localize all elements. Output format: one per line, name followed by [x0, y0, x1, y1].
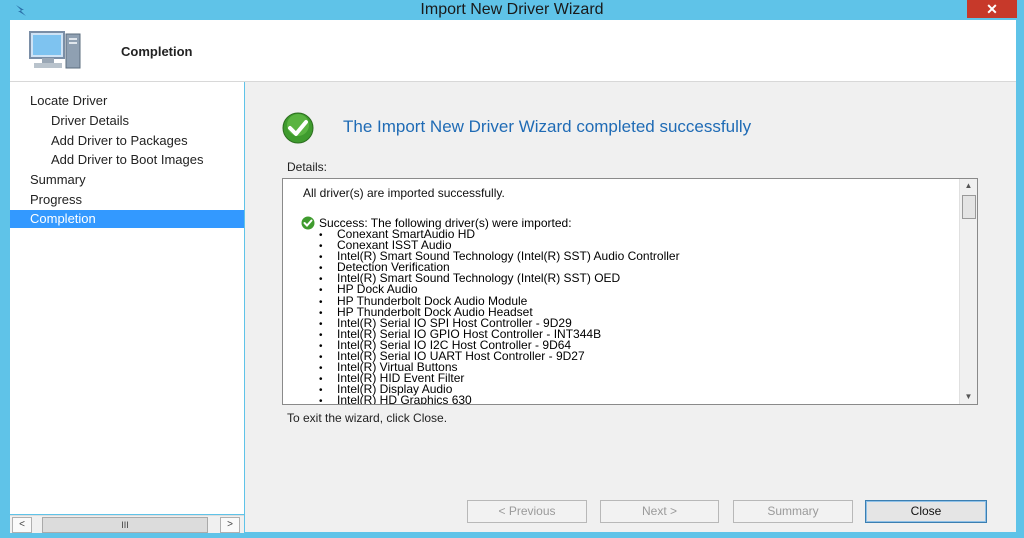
- window-title: Import New Driver Wizard: [420, 1, 604, 18]
- computer-icon: [29, 31, 81, 69]
- next-button[interactable]: Next >: [600, 500, 719, 523]
- scroll-thumb[interactable]: III: [42, 517, 208, 533]
- scroll-up-arrow-icon[interactable]: ▲: [960, 179, 977, 193]
- nav-item-summary[interactable]: Summary: [10, 171, 244, 189]
- close-button[interactable]: Close: [865, 500, 987, 523]
- nav-item-driver-details[interactable]: Driver Details: [10, 112, 244, 130]
- nav-item-completion[interactable]: Completion: [10, 210, 244, 228]
- scroll-thumb[interactable]: [962, 195, 976, 219]
- wizard-window: Import New Driver Wizard ✕ Completion Lo…: [0, 0, 1024, 538]
- nav-item-add-driver-to-packages[interactable]: Add Driver to Packages: [10, 132, 244, 150]
- page-title: Completion: [121, 44, 193, 59]
- completion-heading: The Import New Driver Wizard completed s…: [343, 117, 752, 136]
- nav-item-locate-driver[interactable]: Locate Driver: [10, 92, 244, 110]
- details-vertical-scrollbar[interactable]: ▲ ▼: [959, 179, 977, 404]
- details-content: All driver(s) are imported successfully.: [303, 186, 943, 200]
- title-bar: Import New Driver Wizard ✕: [0, 0, 1024, 20]
- details-textbox[interactable]: All driver(s) are imported successfully.…: [282, 178, 978, 405]
- nav-item-progress[interactable]: Progress: [10, 191, 244, 209]
- success-small-check-icon: [301, 216, 315, 230]
- window-close-button[interactable]: ✕: [967, 0, 1017, 18]
- scroll-left-button[interactable]: <: [12, 517, 32, 533]
- list-item: Intel(R) HD Graphics 630: [319, 394, 680, 404]
- summary-line: All driver(s) are imported successfully.: [303, 186, 505, 200]
- driver-list: Conexant SmartAudio HD Conexant ISST Aud…: [319, 228, 680, 404]
- wizard-step-nav: Locate Driver Driver Details Add Driver …: [10, 82, 244, 514]
- nav-item-add-driver-to-boot-images[interactable]: Add Driver to Boot Images: [10, 151, 244, 169]
- exit-instruction: To exit the wizard, click Close.: [287, 411, 448, 425]
- scroll-right-button[interactable]: >: [220, 517, 240, 533]
- scroll-down-arrow-icon[interactable]: ▼: [960, 390, 977, 404]
- nav-horizontal-scrollbar[interactable]: < III >: [10, 515, 244, 533]
- success-check-icon: [282, 112, 314, 144]
- previous-button[interactable]: < Previous: [467, 500, 587, 523]
- details-label: Details:: [287, 160, 328, 174]
- wizard-header: Completion: [10, 20, 1016, 82]
- summary-button[interactable]: Summary: [733, 500, 853, 523]
